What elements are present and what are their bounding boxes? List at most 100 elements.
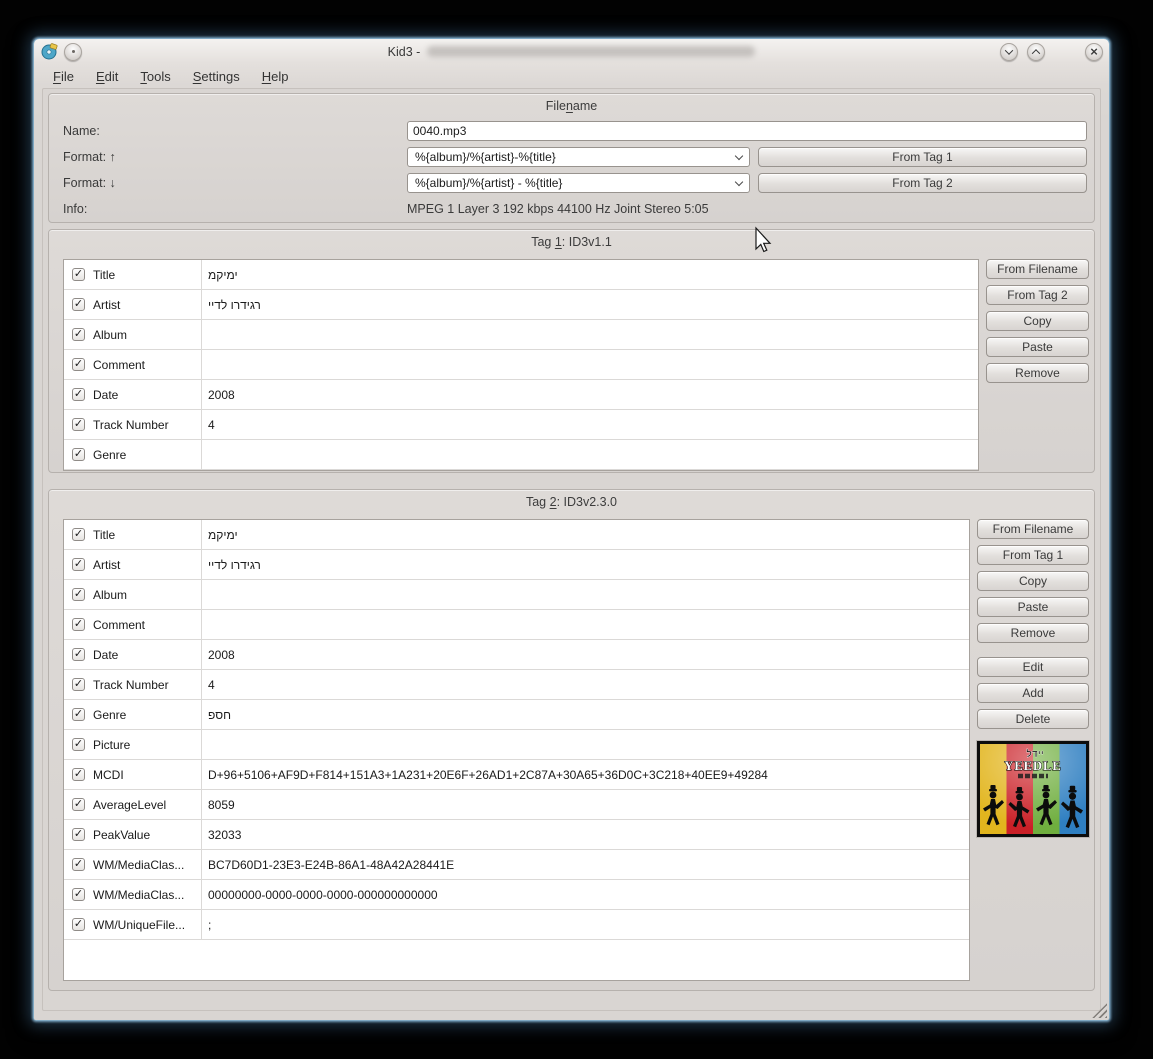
tag2-row-mcdi[interactable]: ✓ MCDI D+96+5106+AF9D+F814+151A3+1A231+20E…: [64, 760, 969, 790]
tag2-row-wm-mediaclas[interactable]: ✓ WM/MediaClas... BC7D60D1-23E3-E24B-86A1-…: [64, 850, 969, 880]
format-to-filename-combobox[interactable]: %{album}/%{artist} - %{title}: [407, 173, 750, 193]
date-checkbox[interactable]: ✓: [72, 388, 85, 401]
field-value[interactable]: 00000000-0000-0000-0000-000000000000: [202, 880, 969, 909]
paste-button[interactable]: Paste: [986, 337, 1089, 357]
minimize-button[interactable]: [1000, 42, 1018, 61]
add-button[interactable]: Add: [977, 683, 1089, 703]
tag2-row-wm-uniquefile[interactable]: ✓ WM/UniqueFile...;: [64, 910, 969, 940]
paste-button[interactable]: Paste: [977, 597, 1089, 617]
tag2-row-title[interactable]: ✓ Title מקימי: [64, 520, 969, 550]
field-value[interactable]: מקימי: [202, 260, 978, 289]
wm-mediaclas-checkbox[interactable]: ✓: [72, 858, 85, 871]
tag2-row-genre[interactable]: ✓ Genre פסח: [64, 700, 969, 730]
maximize-button[interactable]: [1027, 42, 1045, 61]
from-filename-button[interactable]: From Filename: [986, 259, 1089, 279]
field-value[interactable]: 2008: [202, 640, 969, 669]
genre-checkbox[interactable]: ✓: [72, 448, 85, 461]
menu-file[interactable]: File: [43, 66, 84, 87]
field-value[interactable]: [202, 440, 978, 469]
comment-checkbox[interactable]: ✓: [72, 358, 85, 371]
field-value[interactable]: [202, 320, 978, 349]
tag2-row-peakvalue[interactable]: ✓ PeakValue 32033: [64, 820, 969, 850]
field-value[interactable]: [202, 730, 969, 759]
wm-uniquefile-checkbox[interactable]: ✓: [72, 918, 85, 931]
from-tag-2-button[interactable]: From Tag 2: [986, 285, 1089, 305]
close-button[interactable]: ×: [1085, 42, 1103, 61]
title-checkbox[interactable]: ✓: [72, 268, 85, 281]
field-value[interactable]: פסח: [202, 700, 969, 729]
tag1-row-title[interactable]: ✓ Title מקימי: [64, 260, 978, 290]
titlebar: Kid3 - ×: [34, 39, 1109, 64]
menu-settings[interactable]: Settings: [183, 66, 250, 87]
field-label-cell: ✓ Album: [64, 580, 202, 609]
mcdi-checkbox[interactable]: ✓: [72, 768, 85, 781]
edit-button[interactable]: Edit: [977, 657, 1089, 677]
tag1-row-comment[interactable]: ✓ Comment: [64, 350, 978, 380]
field-value[interactable]: BC7D60D1-23E3-E24B-86A1-48A42A28441E: [202, 850, 969, 879]
menu-tools[interactable]: Tools: [130, 66, 180, 87]
copy-button[interactable]: Copy: [977, 571, 1089, 591]
tag1-row-date[interactable]: ✓ Date 2008: [64, 380, 978, 410]
tag1-row-album[interactable]: ✓ Album: [64, 320, 978, 350]
field-value[interactable]: 2008: [202, 380, 978, 409]
menu-help[interactable]: Help: [252, 66, 299, 87]
format-from-filename-combobox[interactable]: %{album}/%{artist}-%{title}: [407, 147, 750, 167]
field-label-cell: ✓ Album: [64, 320, 202, 349]
album-checkbox[interactable]: ✓: [72, 328, 85, 341]
field-value[interactable]: 4: [202, 410, 978, 439]
field-value[interactable]: [202, 580, 969, 609]
field-value[interactable]: 4: [202, 670, 969, 699]
track-number-checkbox[interactable]: ✓: [72, 678, 85, 691]
tag2-row-date[interactable]: ✓ Date 2008: [64, 640, 969, 670]
tag1-row-track-number[interactable]: ✓ Track Number 4: [64, 410, 978, 440]
from-tag-1-button[interactable]: From Tag 1: [977, 545, 1089, 565]
delete-button[interactable]: Delete: [977, 709, 1089, 729]
date-checkbox[interactable]: ✓: [72, 648, 85, 661]
tag2-row-wm-mediaclas[interactable]: ✓ WM/MediaClas... 00000000-0000-0000-0000-…: [64, 880, 969, 910]
from-tag-1-button[interactable]: From Tag 1: [758, 147, 1087, 167]
field-label: AverageLevel: [93, 797, 167, 812]
comment-checkbox[interactable]: ✓: [72, 618, 85, 631]
field-label-cell: ✓ Artist: [64, 290, 202, 319]
genre-checkbox[interactable]: ✓: [72, 708, 85, 721]
from-filename-button[interactable]: From Filename: [977, 519, 1089, 539]
field-value[interactable]: יידל ורדיגר: [202, 550, 969, 579]
filename-input[interactable]: [407, 121, 1087, 141]
field-value[interactable]: יידל ורדיגר: [202, 290, 978, 319]
tag2-row-picture[interactable]: ✓ Picture: [64, 730, 969, 760]
copy-button[interactable]: Copy: [986, 311, 1089, 331]
album-checkbox[interactable]: ✓: [72, 588, 85, 601]
album-art[interactable]: יידל YEEDLE: [977, 741, 1089, 837]
remove-button[interactable]: Remove: [977, 623, 1089, 643]
tag2-row-album[interactable]: ✓ Album: [64, 580, 969, 610]
artist-checkbox[interactable]: ✓: [72, 558, 85, 571]
tag1-row-genre[interactable]: ✓ Genre: [64, 440, 978, 470]
title-checkbox[interactable]: ✓: [72, 528, 85, 541]
averagelevel-checkbox[interactable]: ✓: [72, 798, 85, 811]
tag2-row-artist[interactable]: ✓ Artist יידל ורדיגר: [64, 550, 969, 580]
field-value[interactable]: D+96+5106+AF9D+F814+151A3+1A231+20E6F+26…: [202, 760, 969, 789]
tag2-row-comment[interactable]: ✓ Comment: [64, 610, 969, 640]
remove-button[interactable]: Remove: [986, 363, 1089, 383]
menu-label-part: elp: [271, 68, 289, 84]
window-pin-button[interactable]: [64, 42, 82, 61]
field-value[interactable]: [202, 350, 978, 379]
tag2-row-averagelevel[interactable]: ✓ AverageLevel 8059: [64, 790, 969, 820]
tag2-row-track-number[interactable]: ✓ Track Number 4: [64, 670, 969, 700]
picture-checkbox[interactable]: ✓: [72, 738, 85, 751]
field-value[interactable]: 32033: [202, 820, 969, 849]
format-up-label: Format: ↑: [63, 150, 116, 164]
wm-mediaclas-checkbox[interactable]: ✓: [72, 888, 85, 901]
peakvalue-checkbox[interactable]: ✓: [72, 828, 85, 841]
combo-value: %{album}/%{artist}-%{title}: [415, 150, 556, 164]
field-value[interactable]: 8059: [202, 790, 969, 819]
artist-checkbox[interactable]: ✓: [72, 298, 85, 311]
from-tag-2-button[interactable]: From Tag 2: [758, 173, 1087, 193]
tag1-row-artist[interactable]: ✓ Artist יידל ורדיגר: [64, 290, 978, 320]
track-number-checkbox[interactable]: ✓: [72, 418, 85, 431]
field-value[interactable]: ;: [202, 910, 969, 939]
field-value[interactable]: מקימי: [202, 520, 969, 549]
combo-value: %{album}/%{artist} - %{title}: [415, 176, 563, 190]
menu-edit[interactable]: Edit: [86, 66, 128, 87]
field-value[interactable]: [202, 610, 969, 639]
